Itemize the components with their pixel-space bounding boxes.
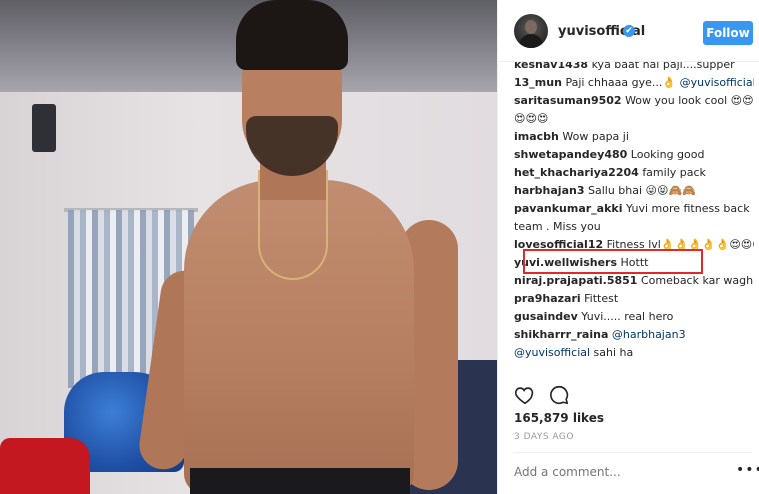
comment-username[interactable]: gusaindev	[514, 310, 578, 323]
photo-speaker	[32, 104, 56, 152]
comment-username[interactable]: saritasuman9502	[514, 94, 622, 107]
likes-count[interactable]: 165,879 likes	[514, 411, 604, 425]
avatar-body	[519, 34, 543, 48]
comment-username[interactable]: 13_mun	[514, 76, 562, 89]
photo-red-cloth	[0, 438, 90, 494]
highlight-box	[523, 249, 703, 274]
comment-item: keshav1438 kya baat hai paji....supper	[514, 62, 754, 74]
more-options-icon[interactable]: •••	[736, 462, 759, 478]
avatar-head	[525, 20, 537, 34]
comment-item-highlighted: harbhajan3 Sallu bhai 😜😝🙈🙈	[514, 182, 754, 200]
comment-text: Comeback kar waghri	[640, 274, 754, 287]
follow-button[interactable]: Follow	[703, 21, 753, 45]
comment-username[interactable]: pra9hazari	[514, 292, 581, 305]
add-comment-input[interactable]	[514, 462, 714, 482]
comment-item: gusaindev Yuvi..... real hero	[514, 308, 754, 326]
post-header: yuvisofficial ✔ Follow	[498, 0, 759, 62]
comment-username[interactable]: keshav1438	[514, 62, 588, 71]
avatar[interactable]	[514, 14, 548, 48]
post-actions	[498, 380, 759, 410]
comment-username[interactable]: niraj.prajapati.5851	[514, 274, 637, 287]
comment-username[interactable]: imacbh	[514, 130, 559, 143]
photo-person	[136, 0, 470, 494]
comment-username[interactable]: harbhajan3	[514, 184, 585, 197]
comment-item: saritasuman9502 Wow you look cool 😍😍😍😍😍	[514, 92, 754, 128]
divider	[514, 452, 752, 453]
comment-text: kya baat hai paji....supper	[591, 62, 735, 71]
comment-mention[interactable]: @yuvisofficial	[514, 346, 590, 359]
photo-person-waistband	[190, 468, 410, 494]
post-timestamp[interactable]: 3 DAYS AGO	[514, 432, 574, 442]
comments-scroll: keshav1438 kya baat hai paji....supper 1…	[514, 62, 754, 362]
comment-item: het_khachariya2204 family pack	[514, 164, 754, 182]
comment-text: sahi ha	[590, 346, 634, 359]
comment-text: Yuvi..... real hero	[581, 310, 674, 323]
comment-username[interactable]: shwetapandey480	[514, 148, 627, 161]
comment-icon[interactable]	[548, 384, 570, 406]
comment-username[interactable]: het_khachariya2204	[514, 166, 639, 179]
comment-mention[interactable]: @yuvisofficial	[680, 76, 754, 89]
comment-text: Sallu bhai 😜😝🙈🙈	[588, 184, 696, 197]
comment-item: 13_mun Paji chhaaa gye...👌 @yuvisofficia…	[514, 74, 754, 92]
comment-item: shikharrr_raina @harbhajan3 @yuvisofficia…	[514, 326, 754, 362]
post-photo[interactable]	[0, 0, 498, 494]
photo-person-hair	[236, 0, 348, 70]
comment-item: niraj.prajapati.5851 Comeback kar waghri	[514, 272, 754, 290]
post-side-panel: yuvisofficial ✔ Follow keshav1438 kya ba…	[498, 0, 759, 494]
verified-badge-icon: ✔	[623, 25, 635, 37]
photo-person-chain	[258, 170, 328, 280]
comments-list[interactable]: keshav1438 kya baat hai paji....supper 1…	[514, 62, 754, 378]
heart-icon[interactable]	[514, 384, 536, 406]
comment-item: imacbh Wow papa ji	[514, 128, 754, 146]
comment-text: Paji chhaaa gye...👌	[565, 76, 680, 89]
comment-item: shwetapandey480 Looking good	[514, 146, 754, 164]
comment-text: Fittest	[584, 292, 619, 305]
comment-username[interactable]: pavankumar_akki	[514, 202, 623, 215]
comment-text: family pack	[642, 166, 706, 179]
comment-mention[interactable]: @harbhajan3	[612, 328, 686, 341]
comment-username[interactable]: shikharrr_raina	[514, 328, 608, 341]
comment-text: Wow papa ji	[562, 130, 629, 143]
comment-text: Looking good	[630, 148, 705, 161]
comment-item: pavankumar_akki Yuvi more fitness back t…	[514, 200, 754, 236]
comment-item: pra9hazari Fittest	[514, 290, 754, 308]
